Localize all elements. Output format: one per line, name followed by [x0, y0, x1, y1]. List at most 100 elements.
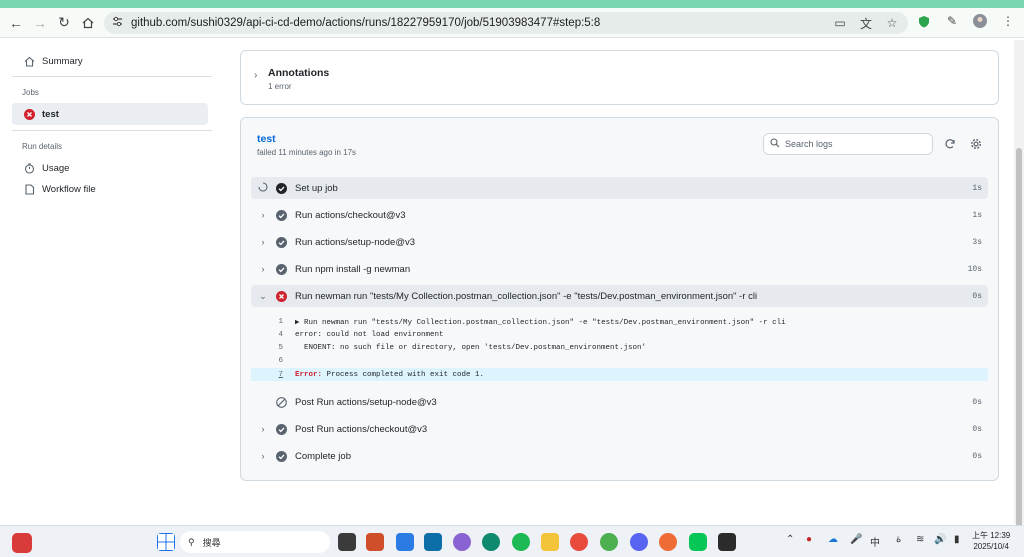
extensions-puzzle-icon[interactable]: ✎	[944, 13, 960, 29]
jetbrains-app-icon[interactable]	[396, 533, 414, 551]
onedrive-icon[interactable]: ☁	[828, 534, 838, 545]
search-logs-field[interactable]	[763, 133, 933, 155]
chevron-right-icon[interactable]: ›	[258, 451, 268, 461]
chevron-down-icon[interactable]: ⌄	[258, 291, 268, 302]
line-number[interactable]: 6	[269, 357, 283, 365]
edge-icon[interactable]	[482, 533, 500, 551]
line-number[interactable]: 5	[269, 344, 283, 352]
sidebar-item-usage[interactable]: Usage	[12, 157, 208, 179]
step-name: Post Run actions/setup-node@v3	[295, 396, 437, 408]
chrome-profile-icon[interactable]	[600, 533, 618, 551]
system-clock[interactable]: 上午 12:39 2025/10/4	[972, 530, 1010, 552]
chevron-right-icon[interactable]: ›	[258, 210, 268, 220]
security-tray-icon[interactable]: ●	[806, 534, 812, 545]
log-line[interactable]: 4 error: could not load environment	[251, 328, 988, 341]
step-duration: 10s	[967, 264, 982, 274]
run-details-heading: Run details	[22, 142, 63, 151]
intellij-icon[interactable]	[366, 533, 384, 551]
spotify-icon[interactable]	[512, 533, 530, 551]
error-keyword: Error:	[295, 370, 323, 379]
failure-icon	[22, 107, 36, 121]
log-text: error: could not load environment	[295, 330, 444, 339]
home-icon[interactable]	[76, 11, 100, 35]
error-message: Process completed with exit code 1.	[322, 370, 485, 379]
sidebar-item-label: Summary	[42, 55, 83, 67]
step-row[interactable]: › Post Run actions/checkout@v3 0s	[251, 418, 988, 440]
annotations-count: 1 error	[268, 82, 292, 91]
refresh-icon[interactable]	[942, 136, 958, 152]
log-line[interactable]: 6	[251, 354, 988, 367]
page-scrollbar[interactable]	[1014, 40, 1024, 556]
ime-mode-icon[interactable]: ة	[896, 534, 901, 545]
weather-widget-icon[interactable]	[12, 533, 32, 553]
line-number[interactable]: 4	[269, 331, 283, 339]
taskbar-search-text: 搜尋	[202, 537, 221, 548]
chevron-right-icon[interactable]: ›	[258, 237, 268, 247]
step-row-expanded[interactable]: ⌄ Run newman run "tests/My Collection.po…	[251, 285, 988, 307]
task-view-icon[interactable]	[338, 533, 356, 551]
volume-icon[interactable]: 🔊	[934, 534, 946, 545]
ime-label[interactable]: 中	[870, 534, 880, 549]
taskbar-search[interactable]: ⚲ 搜尋	[180, 531, 330, 553]
line-icon[interactable]	[689, 533, 707, 551]
postman-icon[interactable]	[659, 533, 677, 551]
check-circle-icon	[275, 263, 287, 275]
log-line-error[interactable]: 7 Error: Process completed with exit cod…	[251, 368, 988, 381]
wifi-icon[interactable]: ≋	[916, 534, 924, 545]
sidebar-item-summary[interactable]: Summary	[12, 50, 208, 72]
search-icon	[770, 135, 780, 153]
gear-icon[interactable]	[968, 136, 984, 152]
install-app-icon[interactable]: ▭	[832, 15, 848, 31]
spinner-icon	[258, 182, 268, 194]
log-line[interactable]: 1 ▶ Run newman run "tests/My Collection.…	[251, 315, 988, 328]
step-row[interactable]: Set up job 1s	[251, 177, 988, 199]
chevron-right-icon[interactable]: ›	[258, 264, 268, 274]
profile-avatar-icon[interactable]	[972, 13, 988, 29]
annotations-panel[interactable]: › Annotations 1 error	[240, 50, 999, 105]
line-number[interactable]: 7	[269, 371, 283, 379]
log-line[interactable]: 5 ENOENT: no such file or directory, ope…	[251, 341, 988, 354]
forward-icon[interactable]: →	[28, 11, 52, 35]
check-circle-icon	[275, 450, 287, 462]
line-number[interactable]: 1	[269, 318, 283, 326]
chevron-right-icon[interactable]: ›	[254, 70, 257, 81]
step-duration: 3s	[972, 237, 982, 247]
step-row[interactable]: › Run actions/checkout@v3 1s	[251, 204, 988, 226]
sidebar-item-label: Workflow file	[42, 183, 96, 195]
start-menu-icon[interactable]	[157, 533, 175, 551]
search-logs-input[interactable]	[785, 139, 925, 149]
back-icon[interactable]: ←	[4, 11, 28, 35]
bookmark-star-icon[interactable]: ☆	[884, 15, 900, 31]
sidebar-item-workflow-file[interactable]: Workflow file	[12, 178, 208, 200]
browser-menu-icon[interactable]: ⋮	[1000, 13, 1016, 29]
shield-extension-icon[interactable]	[916, 13, 932, 29]
battery-icon[interactable]: ▮	[954, 534, 960, 545]
step-row[interactable]: › Run npm install -g newman 10s	[251, 258, 988, 280]
chrome-icon[interactable]	[570, 533, 588, 551]
translate-icon[interactable]: 文	[858, 15, 874, 31]
discord-icon[interactable]	[630, 533, 648, 551]
site-info-icon[interactable]	[112, 14, 123, 32]
job-log-panel: test failed 11 minutes ago in 17s Set up…	[240, 117, 999, 481]
file-explorer-icon[interactable]	[541, 533, 559, 551]
jobs-heading: Jobs	[22, 88, 39, 97]
step-duration: 0s	[972, 451, 982, 461]
microphone-icon[interactable]: 🎤	[850, 534, 862, 545]
job-status-text: failed 11 minutes ago in 17s	[257, 148, 357, 157]
job-title[interactable]: test	[257, 133, 276, 145]
chevron-right-icon[interactable]: ›	[258, 424, 268, 434]
copilot-icon[interactable]	[453, 533, 471, 551]
scrollbar-thumb[interactable]	[1016, 148, 1022, 556]
sidebar-item-job-test[interactable]: test	[12, 103, 208, 125]
visual-studio-icon[interactable]	[424, 533, 442, 551]
chevron-up-icon[interactable]: ⌃	[786, 534, 794, 545]
step-row[interactable]: Post Run actions/setup-node@v3 0s	[251, 391, 988, 413]
terminal-icon[interactable]	[718, 533, 736, 551]
address-bar[interactable]: github.com/sushi0329/api-ci-cd-demo/acti…	[104, 12, 908, 34]
step-row[interactable]: › Complete job 0s	[251, 445, 988, 467]
clock-time: 上午 12:39	[972, 531, 1011, 540]
url-text: github.com/sushi0329/api-ci-cd-demo/acti…	[131, 17, 601, 29]
step-row[interactable]: › Run actions/setup-node@v3 3s	[251, 231, 988, 253]
reload-icon[interactable]: ↻	[52, 11, 76, 35]
log-text: ENOENT: no such file or directory, open …	[295, 343, 647, 352]
